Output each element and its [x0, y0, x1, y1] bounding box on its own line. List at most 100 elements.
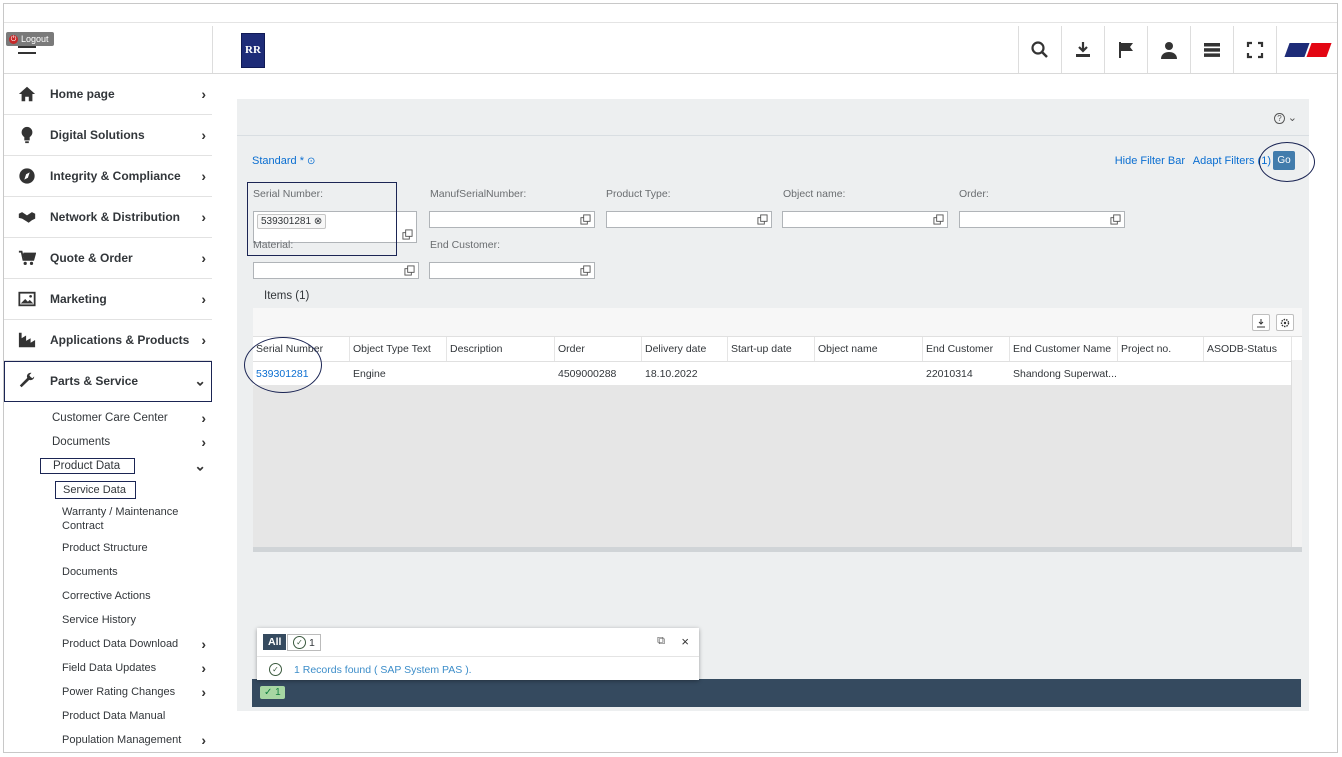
product-type-input[interactable]: [606, 211, 772, 228]
value-help-icon[interactable]: [933, 214, 944, 225]
sidebar-subsubitem-documents[interactable]: Documents: [4, 560, 212, 584]
sidebar-item-applications-products[interactable]: Applications & Products ›: [4, 320, 212, 361]
filter-all-button[interactable]: All: [263, 634, 287, 650]
header-divider: [212, 26, 213, 73]
variant-selector[interactable]: Standard * ⊙: [252, 155, 315, 167]
sidebar-subitem-documents[interactable]: Documents ›: [4, 430, 212, 454]
help-icon: ?: [1274, 113, 1285, 124]
sidebar-subitem-product-data[interactable]: Product Data ⌄: [4, 454, 212, 478]
sidebar-subsubitem-label: Power Rating Changes: [62, 686, 176, 698]
value-help-icon[interactable]: [757, 214, 768, 225]
sidebar-subsubitem-population-management[interactable]: Population Management ›: [4, 728, 212, 752]
user-icon[interactable]: [1147, 26, 1190, 73]
chevron-right-icon: ›: [201, 86, 206, 102]
open-external-icon[interactable]: ⧉: [657, 635, 665, 648]
message-item[interactable]: ✓ 1 Records found ( SAP System PAS ).: [269, 663, 472, 676]
gear-icon: [1280, 318, 1290, 327]
table-cell: 22010314: [926, 368, 973, 380]
message-text: 1 Records found ( SAP System PAS ).: [294, 663, 472, 676]
sidebar-item-label: Home page: [50, 87, 115, 101]
value-help-icon[interactable]: [1110, 214, 1121, 225]
sidebar-subitem-customer-care[interactable]: Customer Care Center ›: [4, 406, 212, 430]
cart-icon: [16, 249, 38, 267]
sidebar-subsubitem-label: Corrective Actions: [62, 590, 151, 602]
download-icon: [1257, 318, 1265, 327]
column-header[interactable]: Start-up date: [728, 337, 815, 361]
sidebar-subsubitem-label: Warranty / Maintenance Contract: [62, 506, 179, 532]
value-help-icon[interactable]: [402, 229, 413, 240]
manuf-serial-label: ManufSerialNumber:: [430, 188, 527, 200]
sidebar-subsubitem-label: Population Management: [62, 734, 182, 746]
header-actions: [1018, 26, 1337, 73]
table-settings-button[interactable]: [1276, 314, 1294, 331]
table-cell: [1118, 362, 1204, 386]
table-scrollbar[interactable]: [1291, 360, 1302, 547]
column-header[interactable]: Object name: [815, 337, 923, 361]
sidebar-subsubitem-product-data-manual[interactable]: Product Data Manual: [4, 704, 212, 728]
sidebar-subsubitem-service-data[interactable]: Service Data: [4, 478, 212, 502]
chevron-down-icon: ⌄: [194, 372, 206, 389]
column-header[interactable]: Description: [447, 337, 555, 361]
sidebar-item-integrity-compliance[interactable]: Integrity & Compliance ›: [4, 156, 212, 197]
download-icon[interactable]: [1061, 26, 1104, 73]
column-header[interactable]: End Customer Name: [1010, 337, 1118, 361]
column-header[interactable]: Object Type Text: [350, 337, 447, 361]
mtu-logo[interactable]: [1276, 26, 1337, 73]
hide-filter-bar-button[interactable]: Hide Filter Bar: [1115, 155, 1185, 167]
sidebar-item-home[interactable]: Home page ›: [4, 74, 212, 115]
list-icon[interactable]: [1190, 26, 1233, 73]
end-customer-input[interactable]: [429, 262, 595, 279]
sidebar-subsubitem-field-data-updates[interactable]: Field Data Updates ›: [4, 656, 212, 680]
message-footer: ✓ 1: [252, 679, 1301, 707]
flag-icon[interactable]: [1104, 26, 1147, 73]
material-input[interactable]: [253, 262, 419, 279]
chevron-right-icon: ›: [201, 434, 206, 450]
chevron-right-icon: ›: [201, 684, 206, 700]
sidebar-subsubitem-service-history[interactable]: Service History: [4, 608, 212, 632]
search-icon[interactable]: [1018, 26, 1061, 73]
sidebar-subsubitem-power-rating-changes[interactable]: Power Rating Changes ›: [4, 680, 212, 704]
close-icon[interactable]: ×: [681, 634, 689, 649]
variant-label: Standard *: [252, 155, 304, 167]
order-input[interactable]: [959, 211, 1125, 228]
filter-success-button[interactable]: ✓ 1: [287, 634, 321, 651]
sidebar-subitem-label: Customer Care Center: [52, 412, 168, 424]
message-count-button[interactable]: ✓ 1: [260, 686, 285, 699]
column-header[interactable]: End Customer: [923, 337, 1010, 361]
sidebar-item-label: Network & Distribution: [50, 210, 181, 224]
image-icon: [16, 290, 38, 308]
object-name-input[interactable]: [782, 211, 948, 228]
sidebar-subsubitem-warranty[interactable]: Warranty / Maintenance Contract: [4, 502, 202, 536]
sidebar-item-digital-solutions[interactable]: Digital Solutions ›: [4, 115, 212, 156]
value-help-icon[interactable]: [580, 265, 591, 276]
chevron-down-circle-icon: ⊙: [307, 156, 316, 167]
fullscreen-icon[interactable]: [1233, 26, 1276, 73]
column-header[interactable]: Order: [555, 337, 642, 361]
column-header[interactable]: Delivery date: [642, 337, 728, 361]
value-help-icon[interactable]: [580, 214, 591, 225]
chevron-right-icon: ›: [201, 332, 206, 348]
sidebar-item-network-distribution[interactable]: Network & Distribution ›: [4, 197, 212, 238]
manuf-serial-input[interactable]: [429, 211, 595, 228]
sidebar-item-quote-order[interactable]: Quote & Order ›: [4, 238, 212, 279]
items-table: Serial Number Object Type Text Descripti…: [253, 308, 1302, 552]
order-label: Order:: [959, 188, 989, 200]
sidebar-item-marketing[interactable]: Marketing ›: [4, 279, 212, 320]
sidebar-subsubitem-product-data-download[interactable]: Product Data Download ›: [4, 632, 212, 656]
success-count: 1: [309, 636, 315, 649]
sidebar-subsubitem-corrective-actions[interactable]: Corrective Actions: [4, 584, 212, 608]
rolls-royce-logo[interactable]: RR: [241, 33, 265, 68]
help-menu-button[interactable]: ? ⌄: [1274, 111, 1297, 124]
sidebar-subsubitem-product-structure[interactable]: Product Structure: [4, 536, 212, 560]
column-header[interactable]: Project no.: [1118, 337, 1204, 361]
end-customer-label: End Customer:: [430, 239, 501, 251]
sidebar-item-parts-service[interactable]: Parts & Service ⌄: [4, 361, 212, 402]
value-help-icon[interactable]: [404, 265, 415, 276]
table-resize-handle[interactable]: [253, 547, 1302, 552]
column-header[interactable]: ASODB-Status: [1204, 337, 1292, 361]
sidebar-subsubitem-label: Product Data Download: [62, 638, 179, 650]
table-row[interactable]: 539301281 Engine 4509000288 18.10.2022 2…: [253, 362, 1302, 387]
export-button[interactable]: [1252, 314, 1270, 331]
logout-button[interactable]: ⏻ Logout: [6, 32, 54, 46]
table-cell: Engine: [353, 368, 386, 380]
